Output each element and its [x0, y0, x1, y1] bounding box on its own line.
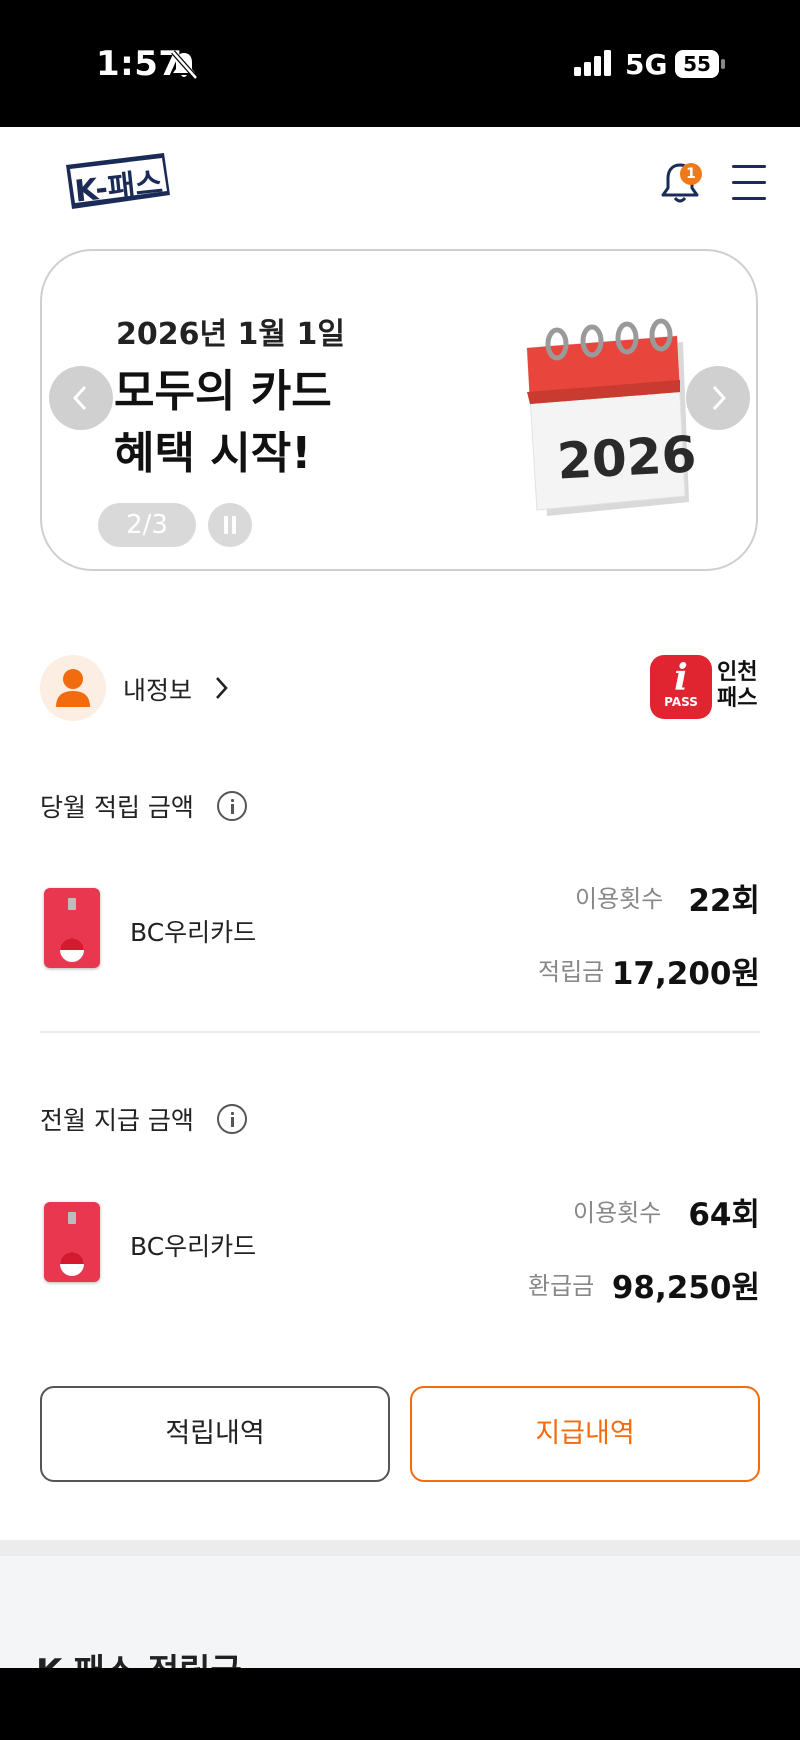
- chevron-left-icon: [72, 385, 87, 411]
- banner-title-line1: 모두의 카드: [114, 366, 332, 417]
- incheon-pass-sub: PASS: [664, 695, 698, 709]
- previous-month-card-row: BC우리카드 이용횟수 64회 환급금 98,250원: [40, 1193, 760, 1306]
- refund-amount-label: 환급금: [528, 1272, 595, 1300]
- signal-icon: [574, 50, 611, 76]
- incheon-pass-text: 인천 패스: [717, 660, 757, 712]
- calendar-icon: 2026: [526, 318, 697, 516]
- accrued-amount-value: 17,200원: [611, 956, 760, 992]
- banner-title: 모두의 카드 혜택 시작!: [114, 361, 414, 485]
- current-month-card-row: BC우리카드 이용횟수 22회 적립금 17,200원: [40, 879, 760, 992]
- profile-row: 내정보 i PASS 인천 패스: [40, 655, 760, 721]
- battery-tip: [721, 59, 725, 69]
- network-type: 5G: [625, 48, 668, 81]
- banner-prev-button[interactable]: [49, 366, 113, 430]
- bell-off-icon: [171, 50, 198, 80]
- my-info-link[interactable]: 내정보: [123, 671, 192, 707]
- battery-level: 55: [675, 50, 719, 78]
- accrual-history-button[interactable]: 적립내역: [40, 1386, 390, 1482]
- banner-date: 2026년 1월 1일: [116, 317, 345, 352]
- pause-icon[interactable]: [208, 503, 252, 547]
- incheon-pass-line1: 인천: [717, 660, 758, 685]
- info-icon[interactable]: [217, 791, 247, 821]
- notification-badge: 1: [680, 163, 702, 185]
- banner-pager: 2/3: [98, 503, 196, 547]
- incheon-pass-i-icon: i: [674, 657, 688, 699]
- chevron-right-icon: [712, 385, 727, 411]
- previous-month-title: 전월 지급 금액: [40, 1106, 194, 1135]
- footer-heading: K-패스 적립금: [36, 1644, 242, 1668]
- card-name: BC우리카드: [130, 918, 257, 947]
- incheon-pass-logo[interactable]: i PASS 인천 패스: [650, 655, 760, 719]
- promo-banner[interactable]: 2026년 1월 1일 모두의 카드 혜택 시작! 2/3 2026: [40, 249, 758, 571]
- payment-history-button[interactable]: 지급내역: [410, 1386, 760, 1482]
- calendar-year: 2026: [556, 425, 697, 490]
- usage-count-label: 이용횟수: [573, 1199, 662, 1227]
- usage-count-label: 이용횟수: [575, 885, 664, 913]
- status-bar: 1:57 5G 55: [0, 0, 800, 127]
- avatar[interactable]: [40, 655, 106, 721]
- bottom-bar: [0, 1668, 800, 1740]
- accrued-amount-label: 적립금: [538, 958, 605, 986]
- usage-count-value: 64회: [688, 1197, 760, 1233]
- usage-count-value: 22회: [688, 883, 760, 919]
- battery-icon: 55: [675, 50, 727, 78]
- incheon-pass-line2: 패스: [717, 686, 758, 711]
- banner-title-line2: 혜택 시작!: [114, 428, 312, 479]
- k-pass-logo[interactable]: K-패스: [64, 147, 174, 217]
- user-icon: [56, 669, 90, 707]
- card-name: BC우리카드: [130, 1232, 257, 1261]
- current-month-title: 당월 적립 금액: [40, 793, 194, 822]
- credit-card-icon: [44, 888, 100, 968]
- info-icon[interactable]: [217, 1104, 247, 1134]
- section-separator: [0, 1540, 800, 1556]
- footer-section: K-패스 적립금: [0, 1556, 800, 1668]
- hamburger-menu-icon[interactable]: [732, 165, 766, 205]
- incheon-pass-tile: i PASS: [650, 655, 712, 719]
- credit-card-icon: [44, 1202, 100, 1282]
- chevron-right-icon[interactable]: [212, 675, 230, 701]
- refund-amount-value: 98,250원: [611, 1270, 760, 1306]
- section-divider: [40, 1031, 760, 1033]
- app-header: K-패스 1: [0, 127, 800, 245]
- banner-next-button[interactable]: [686, 366, 750, 430]
